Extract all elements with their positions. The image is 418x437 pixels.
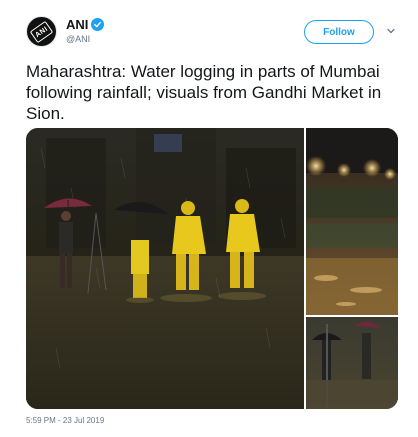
tweet-text: Maharashtra: Water logging in parts of M… — [26, 62, 382, 123]
tweet-timestamp[interactable]: 5:59 PM - 23 Jul 2019 — [26, 416, 104, 425]
media-photo-2[interactable] — [306, 128, 398, 315]
author-handle[interactable]: @ANI — [66, 34, 90, 44]
verified-badge-icon — [91, 18, 105, 31]
follow-button[interactable]: Follow — [304, 20, 374, 44]
avatar[interactable]: ANI — [26, 16, 57, 47]
media-photo-3[interactable] — [306, 317, 398, 409]
chevron-down-icon[interactable] — [386, 26, 396, 36]
author-name-row: ANI — [66, 17, 105, 32]
media-photo-main[interactable] — [26, 128, 304, 409]
avatar-logo-text: ANI — [33, 24, 50, 39]
ani-logo: ANI — [29, 20, 54, 43]
author-display-name[interactable]: ANI — [66, 17, 88, 32]
tweet-card: ANI ANI @ANI Follow Maharashtra: Water l… — [0, 0, 418, 437]
media-grid — [26, 128, 398, 409]
